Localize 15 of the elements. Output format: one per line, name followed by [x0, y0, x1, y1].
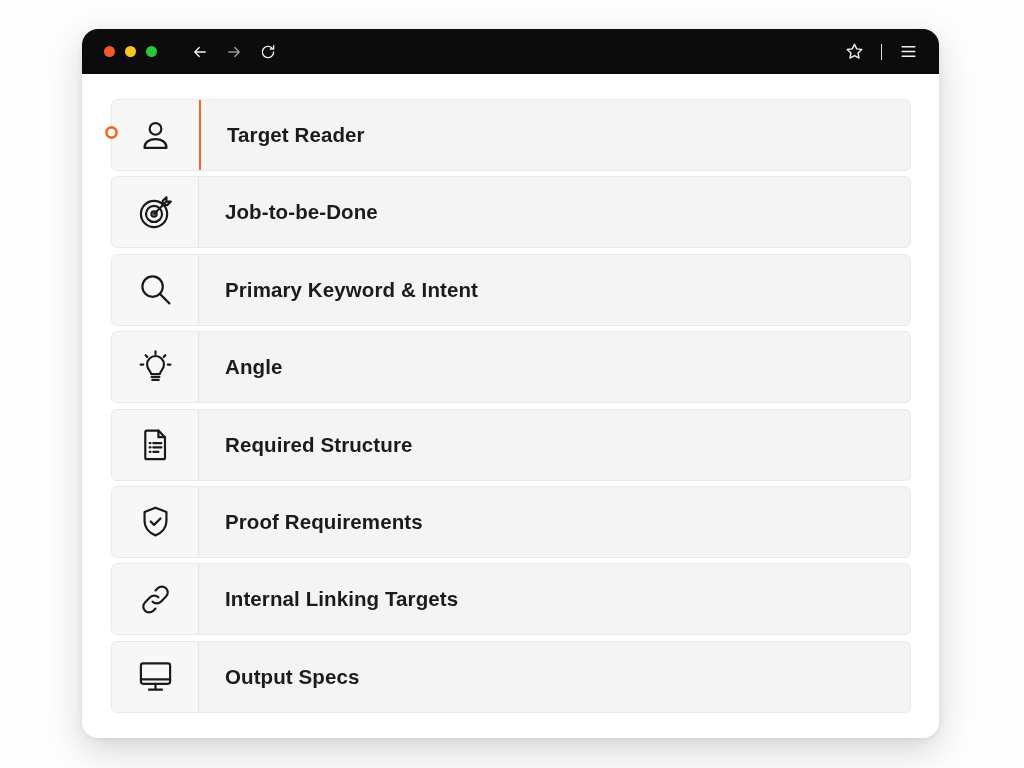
section-list-item[interactable]: Proof Requirements — [111, 485, 911, 558]
reload-icon[interactable] — [259, 42, 277, 61]
window-control-dot-icon[interactable] — [104, 46, 115, 57]
ring-icon — [104, 126, 118, 139]
section-list-item[interactable]: Required Structure — [111, 408, 911, 481]
section-list-item[interactable]: Primary Keyword & Intent — [111, 253, 911, 326]
section-list-item[interactable]: Output Specs — [111, 640, 911, 713]
section-list-item[interactable]: Target Reader — [111, 99, 911, 171]
window-control-dot-icon[interactable] — [146, 46, 157, 57]
star-icon[interactable] — [844, 42, 864, 61]
section-list-item[interactable]: Angle — [111, 331, 911, 404]
target-arrow-icon — [137, 194, 173, 230]
section-list-item[interactable]: Job-to-be-Done — [111, 176, 911, 249]
window-control-dot-icon[interactable] — [125, 46, 136, 57]
section-list-item[interactable]: Internal Linking Targets — [111, 563, 911, 636]
